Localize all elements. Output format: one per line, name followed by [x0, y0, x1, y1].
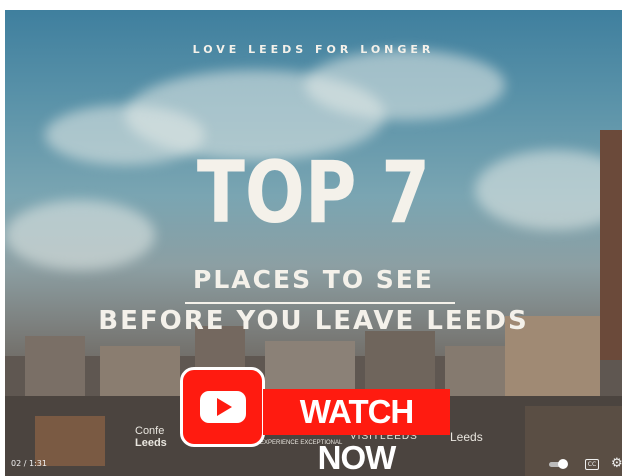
settings-gear-icon[interactable]: ⚙ [611, 456, 622, 471]
youtube-play-icon [200, 391, 246, 423]
watch-now-label: WATCH NOW [263, 389, 450, 476]
autoplay-toggle-knob [558, 459, 568, 469]
subline-before-leave: BEFORE YOU LEAVE LEEDS [98, 306, 529, 336]
page: LOVE LEEDS FOR LONGER TOP 7 PLACES TO SE… [0, 0, 622, 476]
subline-places: PLACES TO SEE [193, 265, 434, 294]
watch-now-button[interactable]: WATCH NOW [180, 365, 450, 476]
video-frame[interactable]: LOVE LEEDS FOR LONGER TOP 7 PLACES TO SE… [5, 10, 622, 476]
sky-cloud [305, 50, 505, 120]
tagline: LOVE LEEDS FOR LONGER [192, 43, 435, 56]
closed-captions-icon[interactable]: CC [585, 459, 599, 470]
conference-logo-line2: Leeds [135, 437, 167, 449]
autoplay-toggle-icon[interactable] [549, 459, 568, 469]
leeds-crest-logo: Leeds [450, 430, 483, 444]
conference-logo-line1: Confe [135, 425, 165, 437]
player-controls: 02 / 1:31 CC ⚙ [5, 454, 622, 476]
youtube-logo [180, 367, 265, 447]
time-display: 02 / 1:31 [11, 459, 47, 468]
subline-divider [185, 302, 455, 304]
headline: TOP 7 [196, 143, 431, 243]
